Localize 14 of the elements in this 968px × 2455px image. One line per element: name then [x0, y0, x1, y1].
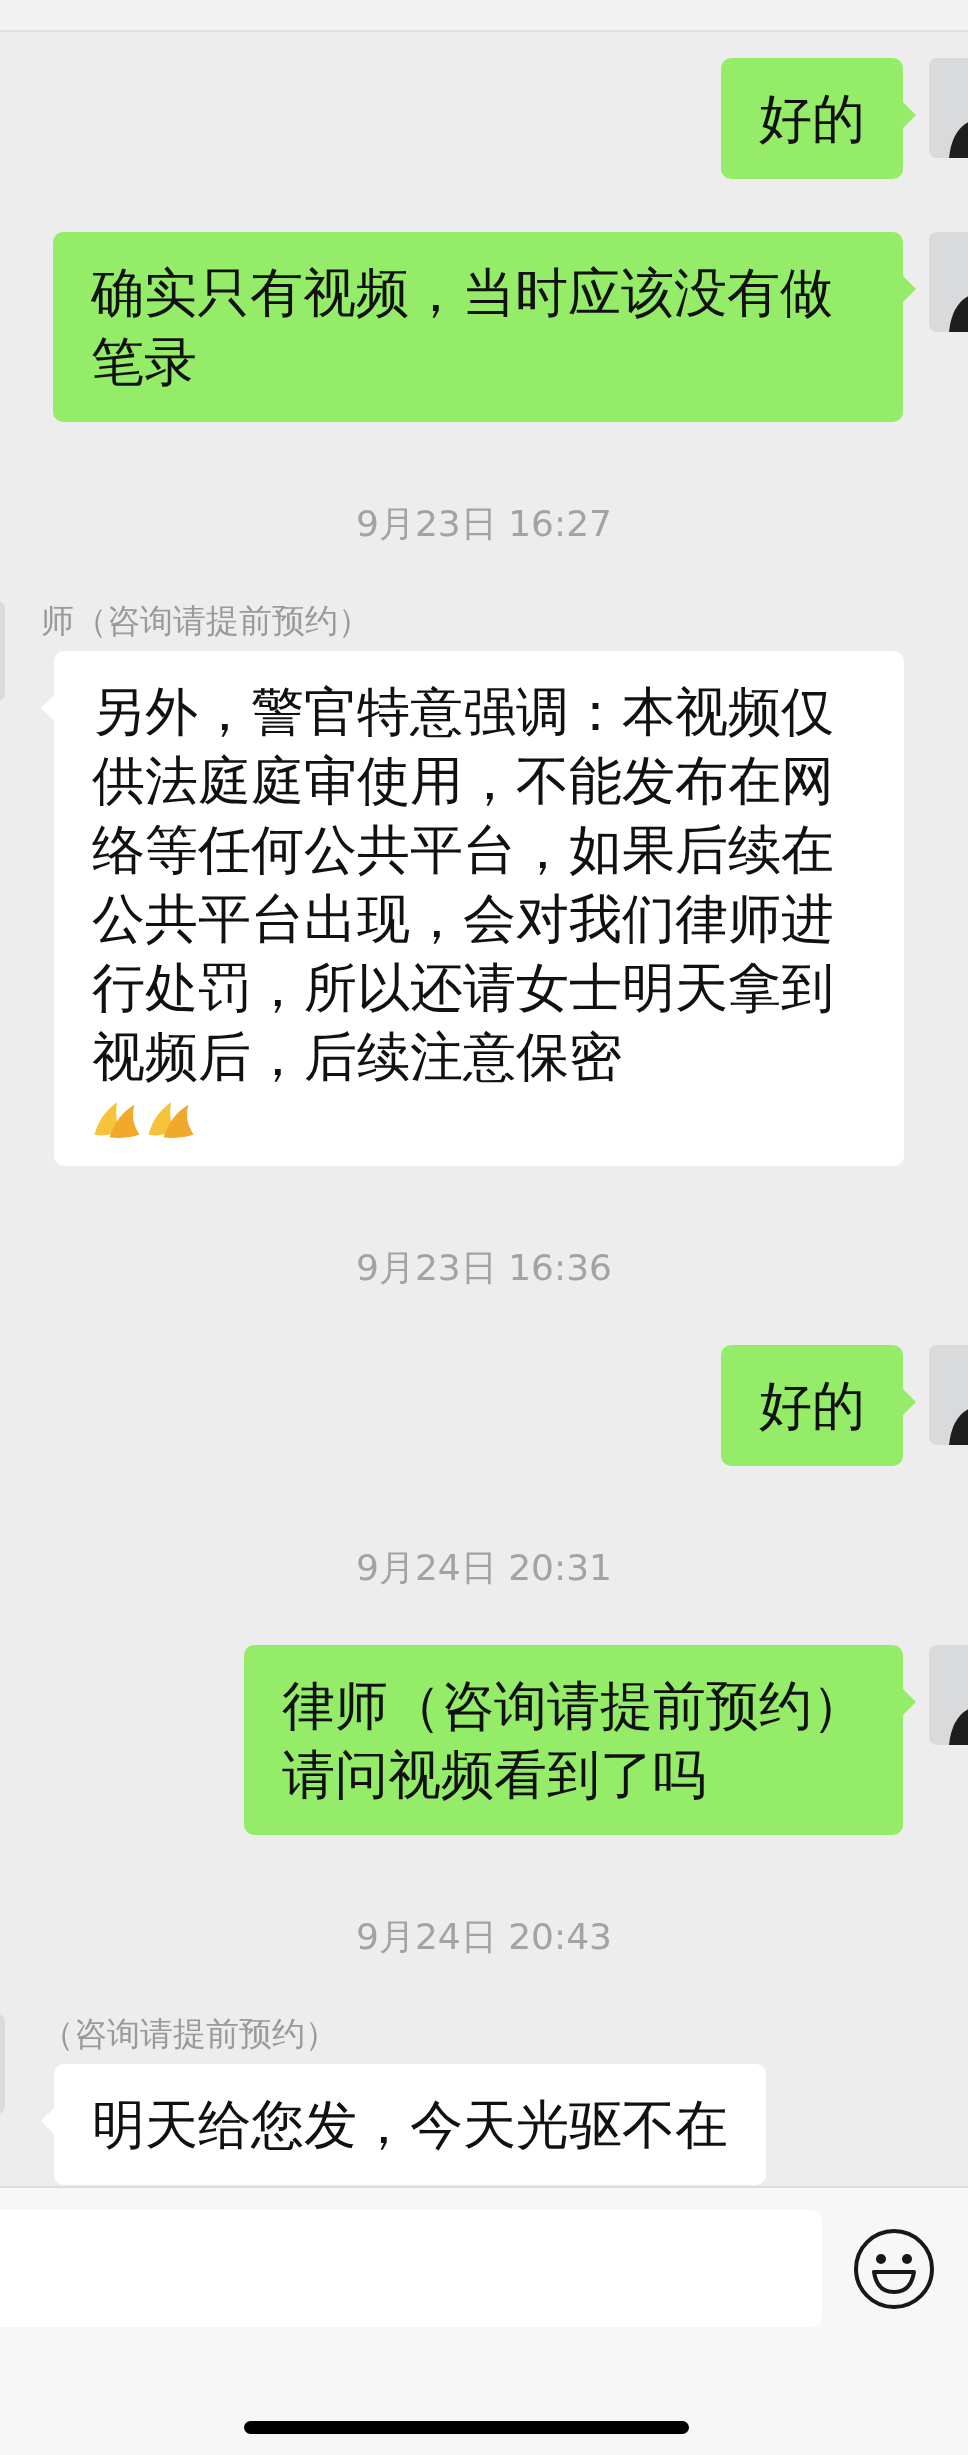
sender-name: 师（咨询请提前预约）: [41, 601, 371, 641]
message-text: 律师（咨询请提前预约）: [282, 1674, 865, 1738]
timestamp: 9月24日 20:43: [356, 1915, 612, 1959]
sender-name: （咨询请提前预约）: [41, 2014, 338, 2054]
timestamp: 9月23日 16:36: [356, 1246, 612, 1290]
message-text: 确实只有视频，当时应该没有做笔录: [91, 261, 834, 394]
message-text: 请问视频看到了吗: [282, 1743, 706, 1807]
message-text: 另外，警官特意强调：本视频仅供法庭庭审使用，不能发布在网络等任何公共平台，如果后续在公共平台出现，会对我们律师进行处罚，所以还请女士明天拿到视频后，后续注意保密: [92, 680, 835, 1089]
message-text: 明天给您发，今天光驱不在: [92, 2093, 728, 2157]
emoji-button-icon[interactable]: [853, 2227, 935, 2310]
message-text: 好的: [759, 1374, 865, 1438]
timestamp: 9月24日 20:31: [356, 1546, 612, 1590]
timestamp: 9月23日 16:27: [356, 502, 612, 546]
message-text: 好的: [759, 87, 865, 151]
